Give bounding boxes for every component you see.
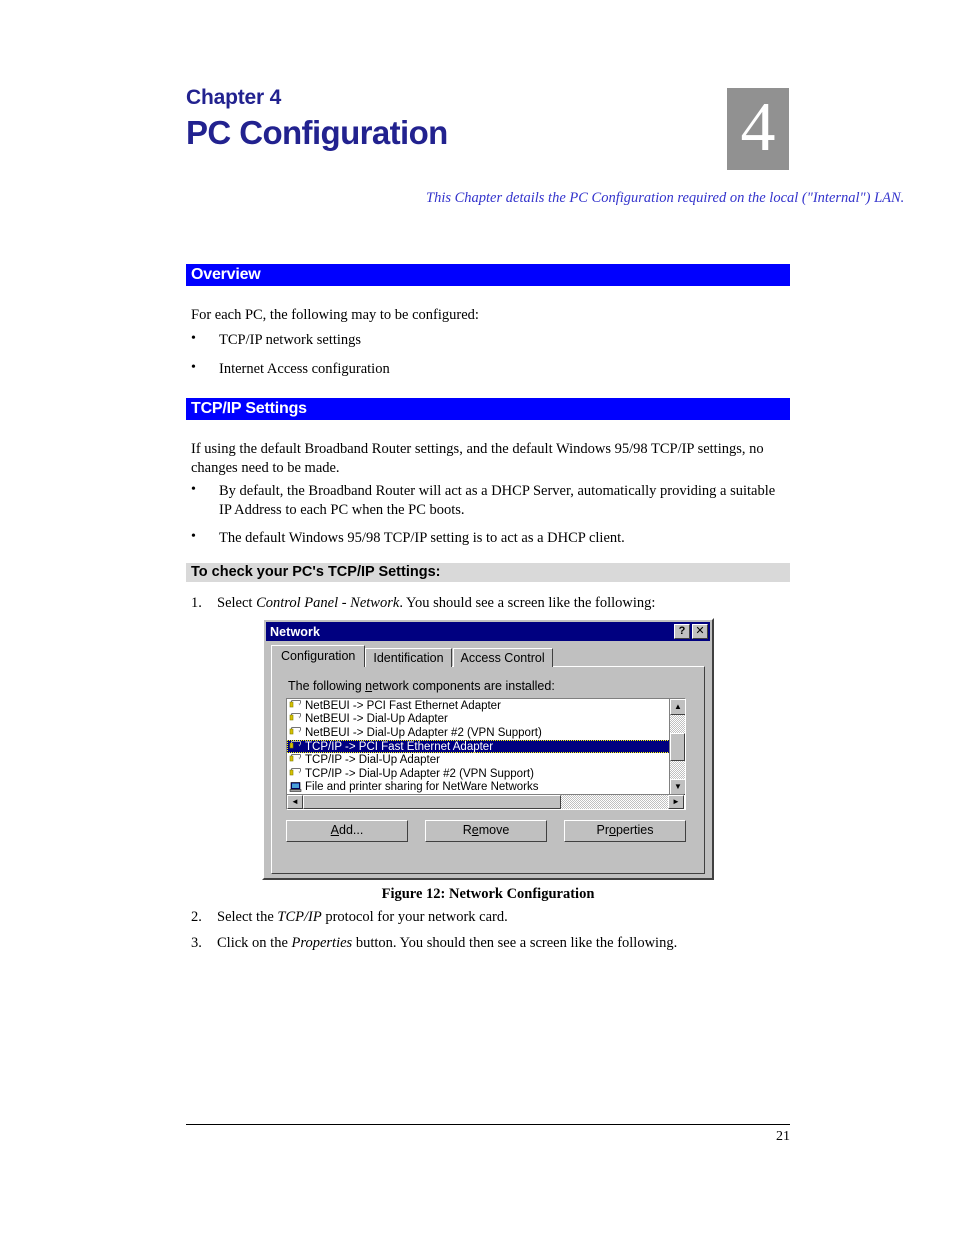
page-title: PC Configuration [186,114,448,152]
tcpip-bullet-list: • By default, the Broadband Router will … [186,482,790,558]
protocol-icon [289,767,302,780]
protocol-icon [289,727,302,739]
list-item-label: The default Windows 95/98 TCP/IP setting… [219,530,625,547]
scroll-down-icon[interactable]: ▼ [670,779,685,795]
remove-button[interactable]: Remove [425,820,547,842]
overview-bullet-list: • TCP/IP network settings • Internet Acc… [186,331,786,388]
protocol-icon [289,713,302,725]
emphasis-text: Properties [291,934,353,951]
list-item-label: NetBEUI -> PCI Fast Ethernet Adapter [305,699,501,712]
figure-caption: Figure 12: Network Configuration [381,886,595,902]
listbox-horizontal-scrollbar[interactable]: ◄ ► [287,794,684,809]
list-item-selected[interactable]: TCP/IP -> PCI Fast Ethernet Adapter [287,739,670,754]
list-item-label: Internet Access configuration [219,360,390,377]
list-item[interactable]: TCP/IP -> Dial-Up Adapter #2 (VPN Suppor… [287,767,670,781]
properties-button[interactable]: Properties [564,820,686,842]
section-heading-tcpip: TCP/IP Settings [186,398,790,420]
list-item-number: 2. [191,909,202,925]
network-components-listbox[interactable]: NetBEUI -> PCI Fast Ethernet Adapter Net… [286,698,686,810]
list-item[interactable]: NetBEUI -> Dial-Up Adapter [287,713,670,727]
page-number: 21 [776,1129,790,1144]
help-icon[interactable]: ? [674,624,690,639]
listbox-vertical-scrollbar[interactable]: ▲ ▼ [669,699,685,795]
list-item-label: Select the TCP/IP protocol for your netw… [217,909,508,925]
list-item-number: 3. [191,934,202,951]
list-item: • TCP/IP network settings [186,331,786,350]
list-item-label: Select Control Panel - Network. You shou… [217,595,656,611]
list-item-label: TCP/IP -> Dial-Up Adapter #2 (VPN Suppor… [305,767,534,780]
listbox-items: NetBEUI -> PCI Fast Ethernet Adapter Net… [287,699,670,795]
list-item[interactable]: TCP/IP -> Dial-Up Adapter [287,753,670,767]
tab-configuration[interactable]: Configuration [271,645,366,667]
network-dialog-screenshot: Network ? ✕ The following network compon… [262,618,714,880]
list-item[interactable]: NetBEUI -> PCI Fast Ethernet Adapter [287,699,670,713]
subsection-heading-check-settings: To check your PC's TCP/IP Settings: [186,563,790,582]
scroll-up-icon[interactable]: ▲ [670,699,685,715]
list-item: • The default Windows 95/98 TCP/IP setti… [186,529,790,548]
scroll-left-icon[interactable]: ◄ [287,795,303,809]
scrollbar-thumb[interactable] [670,733,685,761]
list-item-label: By default, the Broadband Router will ac… [219,483,776,518]
tab-identification[interactable]: Identification [365,648,452,667]
bullet-icon: • [191,482,196,497]
list-item[interactable]: File and printer sharing for NetWare Net… [287,781,670,795]
check-settings-step-1: 1. Select Control Panel - Network. You s… [186,594,786,620]
scrollbar-thumb[interactable] [303,795,561,809]
dialog-button-row: Add... Remove Properties [286,820,686,842]
list-item: • Internet Access configuration [186,360,786,379]
list-item-label: NetBEUI -> Dial-Up Adapter #2 (VPN Suppo… [305,726,542,739]
list-item-label: Click on the Properties button. You shou… [217,934,678,951]
list-item-label: TCP/IP -> PCI Fast Ethernet Adapter [305,740,494,753]
overview-intro-paragraph: For each PC, the following may to be con… [191,307,479,323]
bullet-icon: • [191,359,196,375]
chapter-number-badge: 4 [727,88,789,170]
add-button[interactable]: Add... [286,820,408,842]
list-item-label: TCP/IP network settings [219,332,362,348]
bullet-icon: • [191,529,196,545]
list-item: 1. Select Control Panel - Network. You s… [186,594,786,613]
section-heading-overview: Overview [186,264,790,286]
footer-divider [186,1124,790,1125]
check-settings-steps-2-3: 2. Select the TCP/IP protocol for your n… [186,908,786,960]
protocol-icon [289,740,302,753]
list-item-number: 1. [191,595,202,611]
emphasis-text: Control Panel - Network [256,595,400,611]
titlebar-button-group: ? ✕ [674,624,708,639]
scroll-right-icon[interactable]: ► [668,795,684,809]
bullet-icon: • [191,331,196,346]
tcpip-intro-paragraph: If using the default Broadband Router se… [191,441,764,476]
dialog-tab-panel: The following network components are ins… [271,666,705,874]
list-item-label: NetBEUI -> Dial-Up Adapter [305,713,448,726]
dialog-titlebar: Network ? ✕ [266,622,710,641]
list-item-label: TCP/IP -> Dial-Up Adapter [305,754,440,767]
tab-access-control[interactable]: Access Control [452,648,553,667]
computer-icon [289,781,302,793]
dialog-title: Network [270,624,321,639]
list-item[interactable]: NetBEUI -> Dial-Up Adapter #2 (VPN Suppo… [287,726,670,740]
list-item-label: File and printer sharing for NetWare Net… [305,781,539,794]
protocol-icon [289,699,302,712]
chapter-header: Chapter 4 PC Configuration [186,86,790,151]
dialog-tab-strip: Configuration Identification Access Cont… [271,645,554,667]
chapter-label: Chapter 4 [186,86,282,109]
list-item: 2. Select the TCP/IP protocol for your n… [186,908,786,927]
list-item: 3. Click on the Properties button. You s… [186,934,786,953]
chapter-intro-text: This Chapter details the PC Configuratio… [426,190,905,206]
network-components-label: The following network components are ins… [288,679,555,693]
emphasis-text: TCP/IP [277,909,322,925]
protocol-icon [289,754,302,766]
close-icon[interactable]: ✕ [692,624,708,639]
document-page: Chapter 4 PC Configuration This Chapter … [0,0,954,1235]
list-item: • By default, the Broadband Router will … [186,482,790,519]
